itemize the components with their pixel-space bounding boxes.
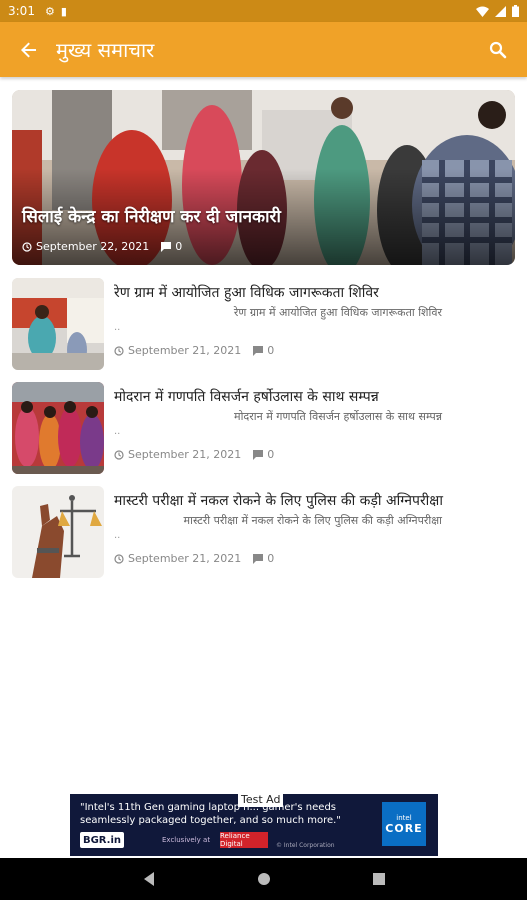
ad-exclusive-text: Exclusively at bbox=[162, 836, 211, 844]
square-recents-icon bbox=[372, 873, 385, 885]
wifi-icon bbox=[476, 6, 489, 17]
test-ad-label: Test Ad bbox=[238, 792, 284, 807]
triangle-back-icon bbox=[143, 872, 154, 886]
article-meta: September 21, 2021 0 bbox=[114, 552, 274, 565]
status-icons bbox=[476, 5, 519, 17]
article-title: रेण ग्राम में आयोजित हुआ विधिक जागरूकता … bbox=[114, 285, 379, 301]
system-nav-bar bbox=[0, 858, 527, 900]
search-icon bbox=[489, 41, 507, 58]
ad-store-logo: Reliance Digital bbox=[220, 832, 268, 848]
article-thumbnail bbox=[12, 382, 104, 474]
nav-home-button[interactable] bbox=[254, 869, 274, 889]
featured-article-comments: 0 bbox=[175, 240, 183, 253]
article-title: मास्टरी परीक्षा में नकल रोकने के लिए पुल… bbox=[114, 493, 443, 509]
clock-icon bbox=[114, 449, 124, 460]
settings-icon: ⚙ bbox=[44, 4, 55, 18]
ad-copyright: © Intel Corporation bbox=[276, 842, 335, 849]
article-thumbnail bbox=[12, 278, 104, 370]
article-ellipsis: .. bbox=[114, 426, 121, 437]
comment-icon bbox=[253, 553, 264, 564]
comment-icon bbox=[253, 449, 264, 460]
article-excerpt: मास्टरी परीक्षा में नकल रोकने के लिए पुल… bbox=[183, 514, 442, 527]
search-button[interactable] bbox=[483, 35, 513, 65]
article-ellipsis: .. bbox=[114, 530, 121, 541]
status-time: 3:01 bbox=[8, 4, 35, 18]
list-item[interactable]: रेण ग्राम में आयोजित हुआ विधिक जागरूकता … bbox=[12, 278, 515, 370]
battery-icon bbox=[512, 5, 519, 17]
app-bar: मुख्य समाचार bbox=[0, 22, 527, 77]
article-body: मोदरान में गणपति विसर्जन हर्षोउलास के सा… bbox=[114, 382, 514, 474]
nav-back-button[interactable] bbox=[139, 869, 159, 889]
arrow-back-icon bbox=[21, 42, 36, 57]
page-title: मुख्य समाचार bbox=[56, 38, 155, 62]
comment-icon bbox=[161, 241, 172, 252]
featured-article-card[interactable]: सिलाई केन्द्र का निरीक्षण कर दी जानकारी … bbox=[12, 90, 515, 265]
ad-headline: "Intel's 11th Gen gaming laptop h... gam… bbox=[80, 802, 341, 826]
comment-icon bbox=[253, 345, 264, 356]
article-meta: September 21, 2021 0 bbox=[114, 344, 274, 357]
article-comments: 0 bbox=[267, 448, 275, 461]
article-excerpt: मोदरान में गणपति विसर्जन हर्षोउलास के सा… bbox=[234, 410, 442, 423]
article-meta: September 21, 2021 0 bbox=[114, 448, 274, 461]
signal-icon bbox=[495, 5, 506, 17]
clock-icon bbox=[114, 553, 124, 564]
article-title: मोदरान में गणपति विसर्जन हर्षोउलास के सा… bbox=[114, 389, 379, 405]
ad-chip-brand: intel bbox=[396, 813, 412, 822]
image-overlay bbox=[12, 90, 515, 265]
article-date: September 21, 2021 bbox=[128, 552, 242, 565]
article-comments: 0 bbox=[267, 344, 275, 357]
article-body: मास्टरी परीक्षा में नकल रोकने के लिए पुल… bbox=[114, 486, 514, 578]
sd-card-icon: ▮ bbox=[60, 4, 67, 18]
article-body: रेण ग्राम में आयोजित हुआ विधिक जागरूकता … bbox=[114, 278, 514, 370]
nav-recents-button[interactable] bbox=[369, 869, 389, 889]
article-ellipsis: .. bbox=[114, 322, 121, 333]
ad-brand-logo: BGR.in bbox=[80, 832, 124, 848]
featured-article-date: September 22, 2021 bbox=[36, 240, 150, 253]
article-thumbnail bbox=[12, 486, 104, 578]
article-comments: 0 bbox=[267, 552, 275, 565]
back-button[interactable] bbox=[14, 35, 44, 65]
list-item[interactable]: मास्टरी परीक्षा में नकल रोकने के लिए पुल… bbox=[12, 486, 515, 578]
article-excerpt: रेण ग्राम में आयोजित हुआ विधिक जागरूकता … bbox=[233, 306, 442, 319]
clock-icon bbox=[114, 345, 124, 356]
circle-home-icon bbox=[257, 873, 270, 885]
clock-icon bbox=[22, 241, 32, 252]
article-date: September 21, 2021 bbox=[128, 448, 242, 461]
featured-article-title: सिलाई केन्द्र का निरीक्षण कर दी जानकारी bbox=[22, 207, 281, 227]
status-bar: 3:01 ⚙ ▮ bbox=[0, 0, 527, 22]
article-date: September 21, 2021 bbox=[128, 344, 242, 357]
featured-article-meta: September 22, 2021 0 bbox=[22, 240, 182, 253]
intel-core-badge: intel CORE bbox=[382, 802, 426, 846]
ad-chip-name: CORE bbox=[385, 821, 423, 835]
list-item[interactable]: मोदरान में गणपति विसर्जन हर्षोउलास के सा… bbox=[12, 382, 515, 474]
